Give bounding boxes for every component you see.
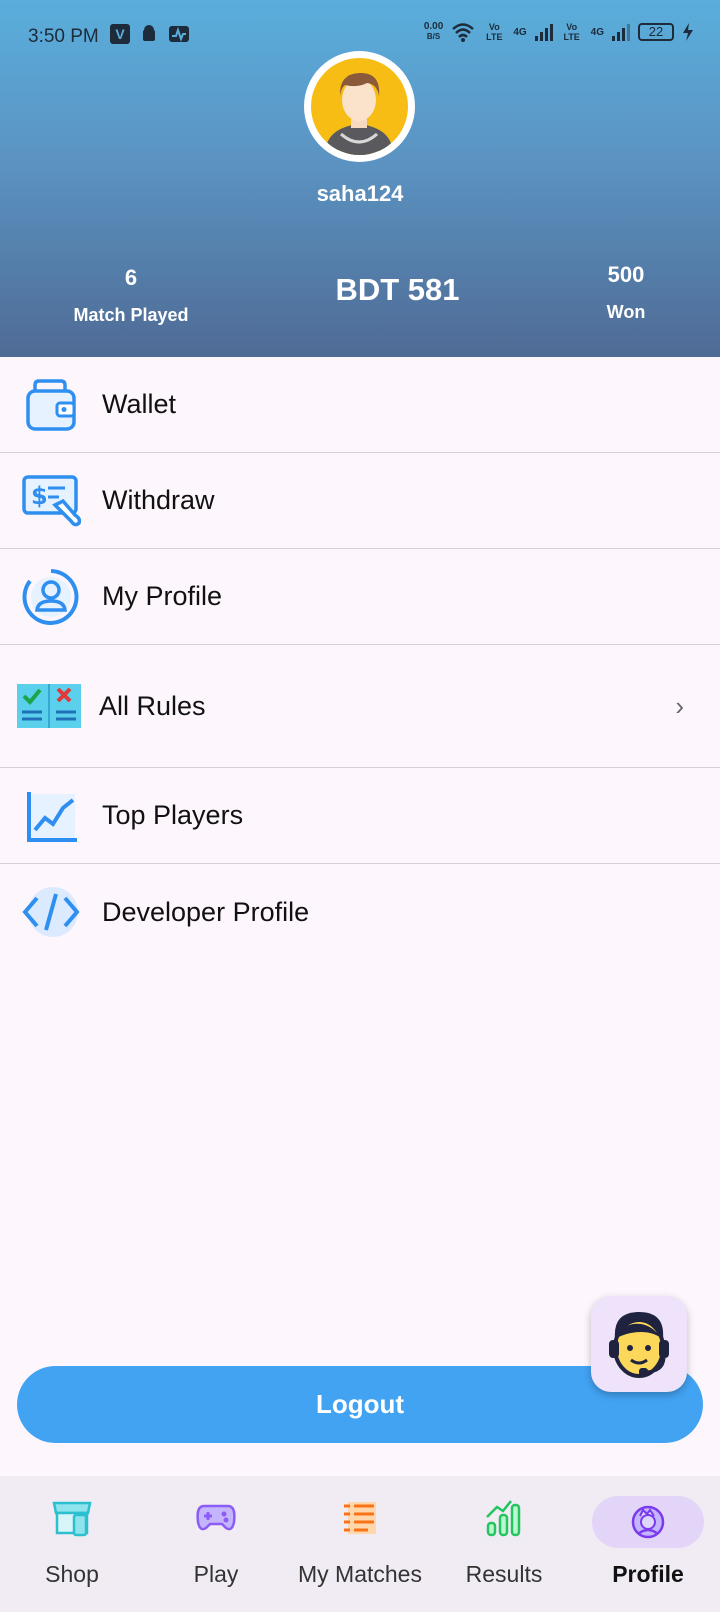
menu-item-top-players[interactable]: Top Players — [0, 768, 720, 864]
menu-item-all-rules[interactable]: All Rules › — [0, 645, 720, 768]
nav-label-results: Results — [465, 1561, 543, 1587]
matches-played-label: Match Played — [73, 305, 189, 325]
matches-played-value: 6 — [124, 265, 138, 290]
avatar[interactable] — [304, 51, 415, 162]
wifi-icon — [452, 23, 475, 42]
menu-item-withdraw[interactable]: $ Withdraw — [0, 453, 720, 549]
list-icon — [330, 1496, 390, 1540]
menu-label-wallet: Wallet — [102, 389, 177, 419]
nav-label-shop: Shop — [45, 1561, 99, 1587]
profile-menu: Wallet $ Withdraw My Profile All Rules ›… — [0, 357, 720, 960]
menu-label-all-rules: All Rules — [99, 690, 206, 721]
nav-my-matches[interactable]: My Matches — [288, 1476, 432, 1612]
won-label: Won — [606, 302, 646, 322]
nav-shop[interactable]: Shop — [0, 1476, 144, 1612]
chevron-right-icon: › — [675, 690, 684, 721]
nav-profile[interactable]: Profile — [576, 1476, 720, 1612]
shop-icon — [42, 1496, 102, 1540]
user-avatar-icon — [325, 72, 393, 155]
menu-item-wallet[interactable]: Wallet — [0, 357, 720, 453]
won-stat: 500 Won — [585, 262, 667, 323]
menu-label-top-players: Top Players — [102, 800, 244, 830]
signal-icon — [534, 23, 553, 41]
bottom-nav: Shop Play My Matches Results Profile — [0, 1476, 720, 1612]
charging-icon — [683, 23, 693, 41]
wallet-icon — [20, 374, 82, 436]
results-chart-icon — [474, 1496, 534, 1540]
profile-icon — [592, 1496, 704, 1548]
withdraw-icon: $ — [20, 470, 82, 532]
balance-value: BDT 581 — [335, 272, 460, 307]
volte-label-2: Vo LTE — [563, 22, 580, 42]
net-speed: 0.00 B/S — [423, 21, 444, 42]
nav-results[interactable]: Results — [432, 1476, 576, 1612]
menu-label-developer-profile: Developer Profile — [102, 896, 310, 927]
won-value: 500 — [607, 262, 645, 287]
svg-text:$: $ — [31, 482, 48, 510]
signal-icon-2 — [612, 23, 630, 41]
support-agent-icon — [609, 1312, 669, 1378]
nav-play[interactable]: Play — [144, 1476, 288, 1612]
nav-label-my-matches: My Matches — [298, 1561, 422, 1587]
app-v-icon: V — [110, 24, 130, 44]
code-icon — [20, 881, 82, 943]
battery-icon: 22 — [638, 23, 674, 41]
net-type-1: 4G — [513, 26, 527, 38]
activity-icon — [169, 26, 189, 42]
status-time: 3:50 PM — [28, 26, 99, 47]
menu-item-my-profile[interactable]: My Profile — [0, 549, 720, 645]
android-icon — [143, 25, 155, 41]
menu-item-developer-profile[interactable]: Developer Profile — [0, 864, 720, 960]
volte-label-1: Vo LTE — [486, 22, 503, 42]
matches-played-stat: 6 Match Played — [66, 265, 196, 326]
username: saha124 — [316, 181, 404, 206]
support-button[interactable] — [591, 1296, 687, 1392]
nav-label-play: Play — [193, 1561, 239, 1587]
rules-book-icon — [16, 675, 82, 737]
net-type-2: 4G — [590, 26, 604, 38]
chart-line-icon — [20, 785, 82, 847]
menu-label-withdraw: Withdraw — [102, 485, 215, 515]
menu-label-my-profile: My Profile — [102, 581, 223, 611]
user-circle-icon — [20, 566, 82, 628]
profile-header: 3:50 PM V 0.00 B/S Vo LTE 4G Vo LTE 4G 2… — [0, 0, 720, 357]
nav-label-profile: Profile — [612, 1561, 684, 1587]
gamepad-icon — [186, 1496, 246, 1540]
